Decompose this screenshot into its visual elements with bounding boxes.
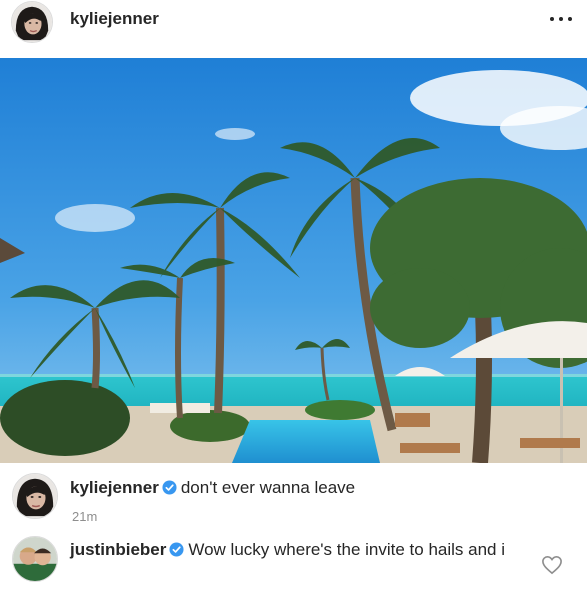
- verified-badge-icon: [162, 480, 177, 495]
- post-image[interactable]: [0, 58, 587, 463]
- comment-username[interactable]: justinbieber: [70, 540, 166, 559]
- resort-photo: [0, 58, 587, 463]
- comment: justinbieber Wow lucky where's the invite…: [70, 539, 530, 560]
- comment-text: Wow lucky where's the invite to hails an…: [188, 540, 505, 559]
- profile-photo: [12, 2, 52, 42]
- avatar[interactable]: [12, 473, 58, 519]
- more-options-icon[interactable]: [548, 8, 574, 28]
- heart-outline-icon[interactable]: [541, 555, 563, 575]
- comments-section: kyliejenner don't ever wanna leave 21m ju…: [0, 463, 587, 591]
- comment: kyliejenner don't ever wanna leave: [70, 477, 355, 498]
- verified-badge-icon: [169, 542, 184, 557]
- profile-photo: [13, 474, 57, 518]
- comment-username[interactable]: kyliejenner: [70, 478, 159, 497]
- comment-timestamp[interactable]: 21m: [72, 509, 97, 524]
- post-header: kyliejenner: [0, 0, 587, 58]
- comment-text: don't ever wanna leave: [180, 478, 356, 497]
- username-link[interactable]: kyliejenner: [70, 9, 159, 29]
- avatar[interactable]: [12, 536, 58, 582]
- avatar[interactable]: [11, 1, 53, 43]
- profile-photo: [13, 537, 57, 581]
